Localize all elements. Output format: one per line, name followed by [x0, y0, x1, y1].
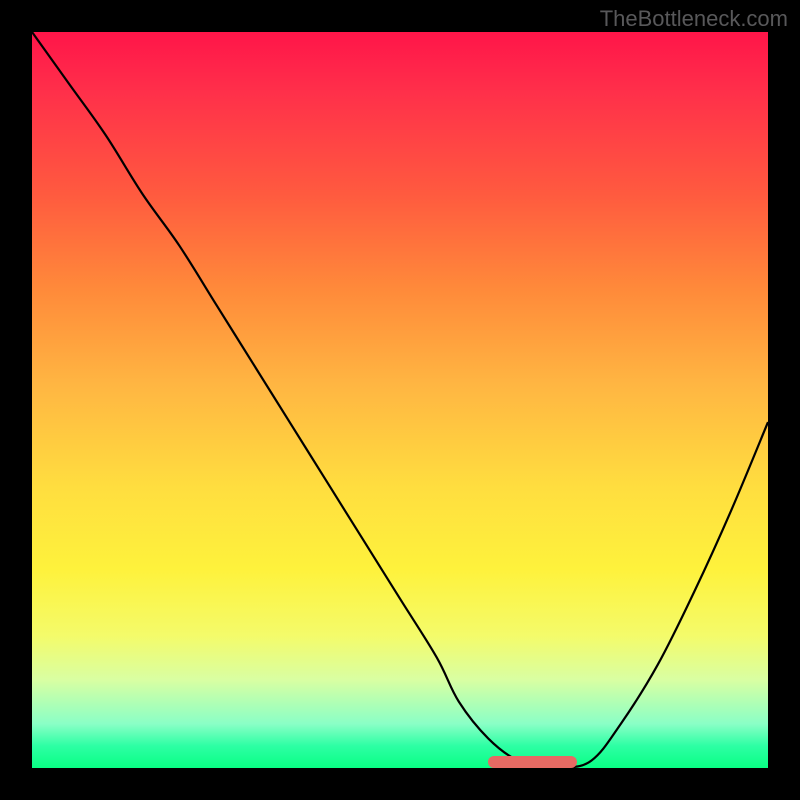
watermark-text: TheBottleneck.com: [600, 6, 788, 32]
curve-path: [32, 32, 768, 768]
plot-area: [32, 32, 768, 768]
optimal-range-marker: [488, 756, 576, 768]
bottleneck-curve: [32, 32, 768, 768]
